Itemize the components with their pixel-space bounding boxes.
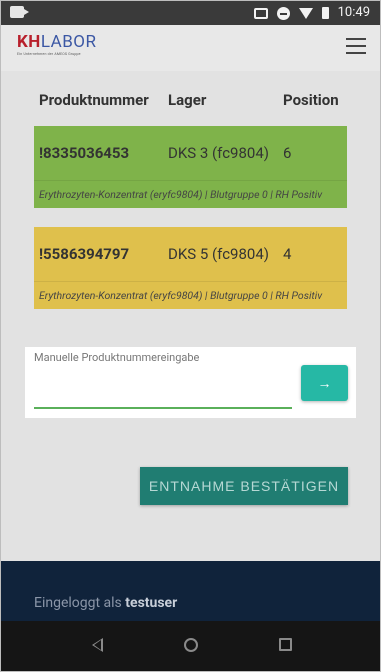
logged-in-status: Eingeloggt als testuser [34,595,177,611]
video-camera-icon [10,6,29,18]
row-main: !8335036453 DKS 3 (fc9804) 6 [34,126,347,181]
lager-cell: DKS 5 (fc9804) [168,245,270,263]
logo-kh: KH [17,32,41,52]
recent-apps-icon[interactable] [279,638,292,651]
logo-labor: LABOR [40,32,97,52]
product-description: Erythrozyten-Konzentrat (eryfc9804) | Bl… [39,188,323,201]
column-header-lager: Lager [168,91,207,109]
status-time: 10:49 [337,5,370,20]
status-bar: 10:49 [1,1,380,25]
manual-input-card: Manuelle Produktnummereingabe → [25,347,356,418]
username: testuser [125,595,178,611]
table-row[interactable]: !8335036453 DKS 3 (fc9804) 6 Erythrozyte… [34,126,347,208]
manual-product-number-input[interactable] [34,369,296,407]
row-main: !5586394797 DKS 5 (fc9804) 4 [34,227,347,282]
position-cell: 6 [283,144,292,162]
home-icon[interactable] [184,638,198,652]
logo-subtitle: Ein Unternehmen der AMEOS Gruppe [17,52,81,56]
logged-in-prefix: Eingeloggt als [34,595,122,611]
cast-icon [253,7,268,19]
input-underline [34,407,292,409]
column-header-produktnummer: Produktnummer [39,91,149,109]
manual-input-label: Manuelle Produktnummereingabe [34,351,200,364]
android-nav-bar [1,621,380,671]
position-cell: 4 [283,245,292,263]
back-icon[interactable] [92,638,103,652]
do-not-disturb-icon [276,6,290,20]
submit-arrow-button[interactable]: → [301,365,348,401]
column-header-position: Position [283,91,339,109]
produktnummer-cell: !5586394797 [39,245,130,263]
footer: Eingeloggt als testuser [1,561,380,621]
confirm-withdrawal-button[interactable]: ENTNAHME BESTÄTIGEN [140,467,348,505]
battery-icon [321,7,329,19]
table-row[interactable]: !5586394797 DKS 5 (fc9804) 4 Erythrozyte… [34,227,347,309]
app-screen: 10:49 KHLABOR Ein Unternehmen der AMEOS … [0,0,381,672]
lager-cell: DKS 3 (fc9804) [168,144,270,162]
product-description: Erythrozyten-Konzentrat (eryfc9804) | Bl… [39,289,323,302]
hamburger-menu-icon[interactable] [346,38,366,54]
khlabor-logo[interactable]: KHLABOR [17,33,96,51]
produktnummer-cell: !8335036453 [39,144,130,162]
app-bar: KHLABOR Ein Unternehmen der AMEOS Gruppe [1,25,380,71]
wifi-icon [298,7,313,19]
